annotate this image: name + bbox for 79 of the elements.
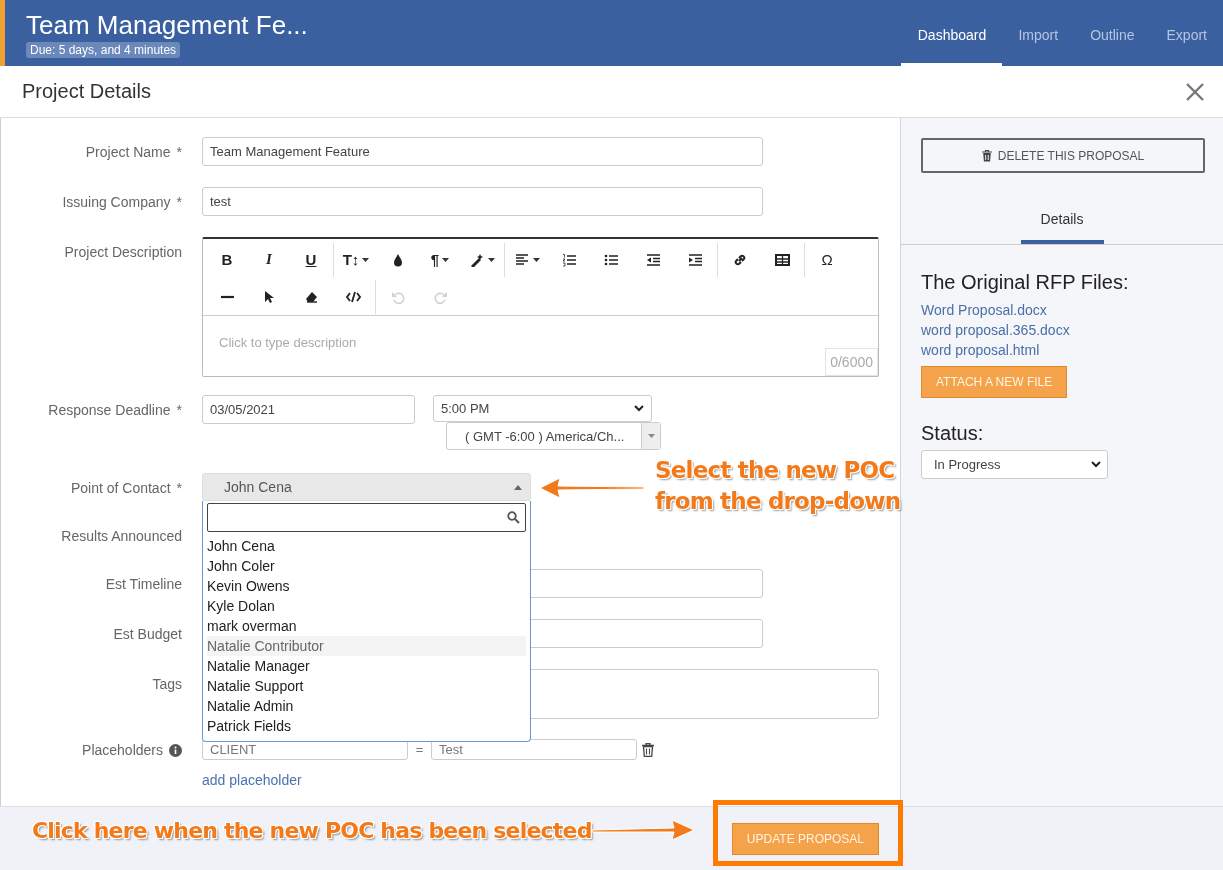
field-label: Response Deadline	[48, 402, 171, 418]
status-heading: Status:	[921, 422, 985, 445]
required-mark: *	[176, 480, 182, 496]
info-icon	[169, 744, 182, 757]
dropdown-option[interactable]: Natalie Support	[207, 676, 526, 696]
file-link[interactable]: word proposal.html	[921, 340, 1203, 360]
field-label: Est Timeline	[105, 576, 182, 592]
trash-icon	[642, 742, 654, 757]
time-select[interactable]: 5:00 PM	[433, 395, 652, 422]
required-mark: *	[176, 194, 182, 210]
chevron-down-icon	[634, 405, 644, 412]
equals-sign: =	[414, 742, 425, 757]
nav-tab[interactable]: Outline	[1074, 0, 1151, 66]
magic-wand-icon	[469, 252, 485, 267]
link-icon	[732, 252, 748, 267]
file-link[interactable]: Word Proposal.docx	[921, 300, 1203, 320]
add-placeholder-link[interactable]: add placeholder	[202, 772, 302, 788]
dropdown-option[interactable]: Kyle Dolan	[207, 596, 526, 616]
dropdown-option[interactable]: John Cena	[207, 536, 526, 556]
field-label: Issuing Company	[62, 194, 171, 210]
dropdown-option[interactable]: Natalie Admin	[207, 696, 526, 716]
contact-select[interactable]: John Cena	[202, 473, 531, 501]
table-icon	[774, 252, 790, 267]
field-label: Point of Contact	[70, 480, 171, 496]
trash-icon	[981, 149, 992, 162]
close-icon	[1185, 81, 1205, 102]
search-icon	[507, 511, 520, 524]
dropdown-option[interactable]: Natalie Contributor	[207, 636, 526, 656]
underline-button[interactable]: U	[290, 244, 332, 275]
align-icon	[514, 252, 530, 267]
modal-title: Project Details	[22, 80, 151, 103]
status-select[interactable]: In Progress	[921, 450, 1108, 479]
date-field[interactable]: 03/05/2021	[202, 395, 415, 424]
placeholder-value-field[interactable]: Test	[431, 739, 637, 760]
panel-tab[interactable]: Details	[1020, 203, 1104, 244]
italic-button[interactable]: I	[248, 244, 290, 275]
dropdown-option[interactable]: John Coler	[207, 556, 526, 576]
nav-tab[interactable]: Dashboard	[901, 0, 1003, 66]
dropdown-option[interactable]: mark overman	[207, 616, 526, 636]
due-badge: Due: 5 days, and 4 minutes	[26, 42, 181, 58]
field-label: Est Budget	[113, 626, 182, 642]
caret-icon	[647, 434, 655, 438]
timezone-select[interactable]: ( GMT -6:00 ) America/Ch...	[446, 422, 661, 450]
project-title: Team Management Fe...	[26, 10, 308, 40]
dropdown-option[interactable]: Natalie Manager	[207, 656, 526, 676]
chevron-down-icon	[1091, 461, 1101, 468]
placeholder-text: Click to type description	[219, 335, 357, 350]
file-link[interactable]: word proposal.365.docx	[921, 320, 1203, 340]
character-counter: 0/6000	[825, 348, 878, 376]
dropdown-option[interactable]: Patrick Fields	[207, 716, 526, 736]
undo-icon	[390, 289, 406, 304]
field-label: Tags	[152, 676, 182, 692]
field-label: Project Description	[64, 244, 182, 260]
files-heading: The Original RFP Files:	[921, 271, 1130, 294]
numbered-list-icon	[561, 252, 577, 267]
bold-button[interactable]: B	[206, 244, 248, 275]
search-field[interactable]	[207, 503, 526, 532]
paragraph-button[interactable]: ¶	[419, 244, 461, 275]
symbol-button[interactable]: Ω	[806, 244, 848, 275]
field-label: Placeholders	[82, 742, 163, 758]
text-field[interactable]: test	[202, 187, 763, 216]
eraser-icon	[303, 289, 319, 304]
dropdown-option[interactable]: Kevin Owens	[207, 576, 526, 596]
field-label: Project Name	[85, 144, 171, 160]
text-field[interactable]: Team Management Feature	[202, 137, 763, 166]
code-icon	[345, 289, 361, 304]
required-mark: *	[176, 402, 182, 418]
nav-tab[interactable]: Import	[1002, 0, 1075, 66]
annotation-text: Click here when the new POC has been selected	[32, 817, 592, 845]
outdent-icon	[645, 252, 661, 267]
indent-icon	[687, 252, 703, 267]
caret-up-icon	[514, 484, 522, 490]
bullet-list-icon	[603, 252, 619, 267]
field-label: Results Announced	[61, 528, 182, 544]
delete-button[interactable]: DELETE THIS PROPOSAL	[921, 138, 1205, 173]
annotation-text: Select the new POC from the drop-down	[655, 456, 901, 516]
required-mark: *	[176, 144, 182, 160]
text-size-button[interactable]: T↕	[335, 244, 377, 275]
nav-tab[interactable]: Export	[1150, 0, 1223, 66]
